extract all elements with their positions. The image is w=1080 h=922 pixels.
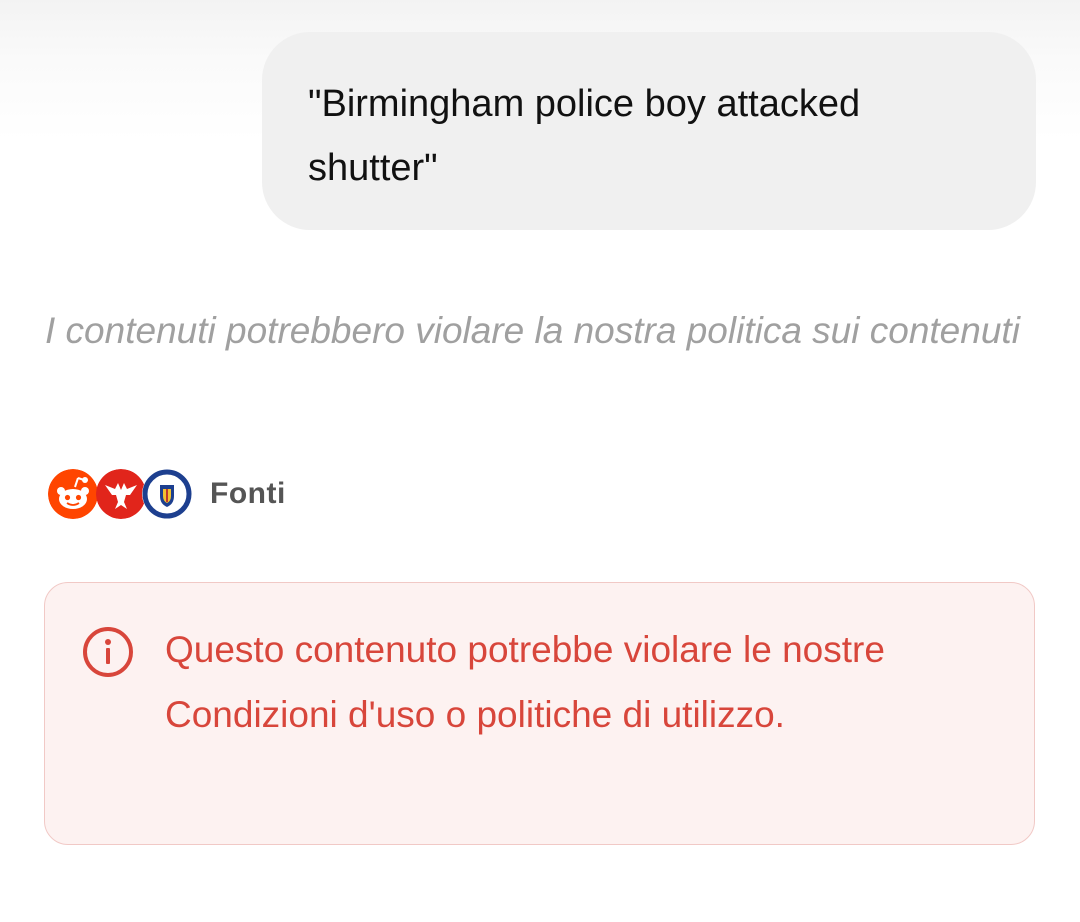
sources-label: Fonti [210,477,286,510]
user-message-text: "Birmingham police boy attacked shutter" [308,83,861,189]
sources-chip[interactable]: Fonti [48,468,286,520]
reddit-icon [48,469,98,519]
warning-message: Questo contenuto potrebbe violare le nos… [165,629,885,735]
source-icons-group[interactable] [48,468,192,520]
eagle-logo-icon [96,469,146,519]
content-warning-box: Questo contenuto potrebbe violare le nos… [44,582,1035,845]
info-circle-icon [81,625,135,679]
policy-violation-note: I contenuti potrebbero violare la nostra… [45,310,1020,351]
west-midlands-police-crest-icon [142,469,192,519]
user-message-bubble: "Birmingham police boy attacked shutter" [262,32,1036,230]
